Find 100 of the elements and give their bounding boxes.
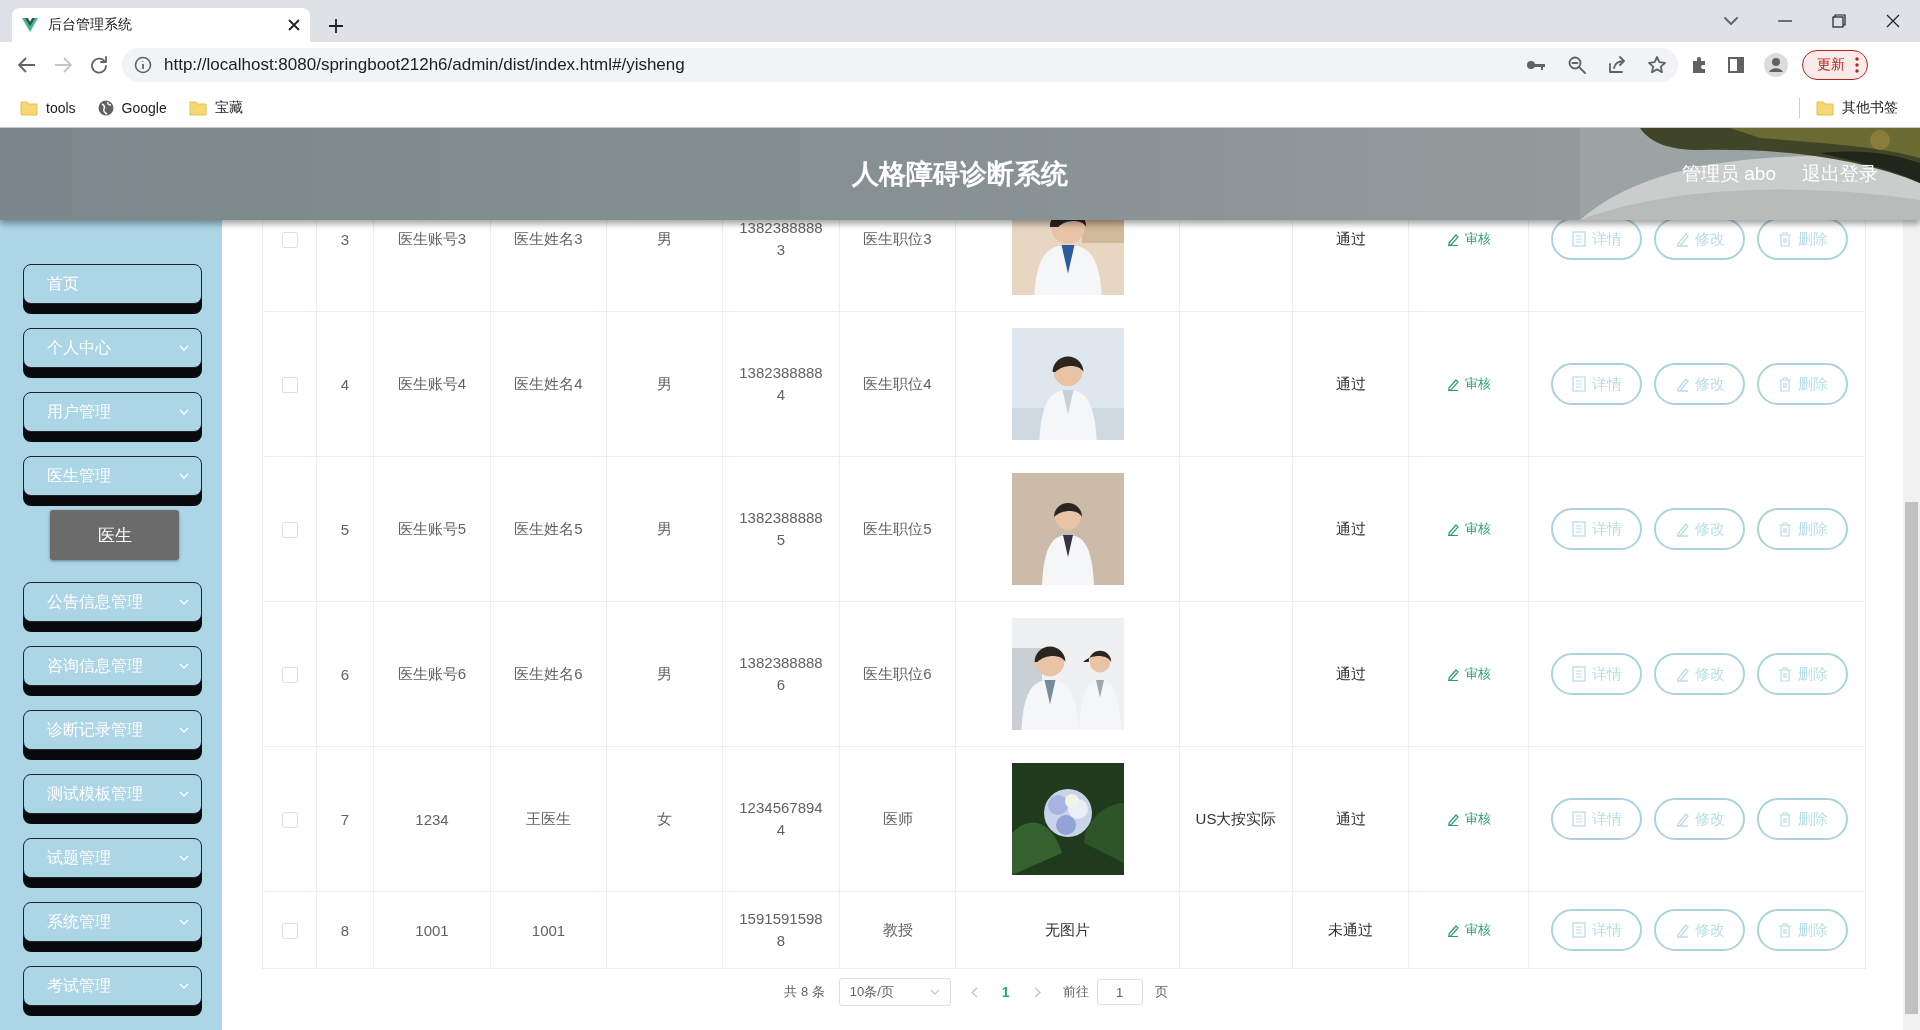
vue-logo-icon xyxy=(22,18,38,32)
action-button[interactable]: 详情 xyxy=(1551,909,1642,951)
table-cell: 7 xyxy=(340,810,350,828)
bookmark[interactable]: 宝藏 xyxy=(188,98,243,117)
document-icon xyxy=(1571,376,1586,392)
trash-icon xyxy=(1777,376,1792,392)
star-icon[interactable] xyxy=(1648,56,1666,74)
bookmark[interactable]: Google xyxy=(97,99,167,116)
pencil-icon xyxy=(1446,923,1459,937)
table-cell: 男 xyxy=(657,374,672,394)
page-input[interactable]: 1 xyxy=(1096,979,1143,1005)
action-button[interactable]: 修改 xyxy=(1654,363,1745,405)
table-cell: 男 xyxy=(657,229,672,249)
audit-button[interactable]: 审核 xyxy=(1440,519,1497,539)
puzzle-icon[interactable] xyxy=(1690,56,1708,74)
tab-title: 后台管理系统 xyxy=(48,16,133,34)
close-icon[interactable] xyxy=(1886,14,1900,28)
action-button[interactable]: 修改 xyxy=(1654,508,1745,550)
back-icon[interactable] xyxy=(18,57,36,73)
table-cell: 医师 xyxy=(882,809,913,829)
pencil-icon xyxy=(1446,377,1459,391)
checkbox[interactable] xyxy=(281,667,298,683)
table-cell: 8 xyxy=(340,921,350,939)
bookmark[interactable]: 其他书签 xyxy=(1816,98,1898,117)
table-cell-text: 13823888885 xyxy=(738,508,824,550)
action-button[interactable]: 详情 xyxy=(1551,363,1642,405)
audit-button[interactable]: 审核 xyxy=(1440,809,1497,829)
address-bar[interactable]: http://localhost:8080/springboot212h6/admin/dist/index.html#/yisheng xyxy=(122,48,1678,82)
chevron-down-icon[interactable] xyxy=(1724,17,1738,25)
table-cell: 医生职位5 xyxy=(863,519,932,539)
profile-icon[interactable] xyxy=(1764,53,1788,77)
table-cell: 医生姓名5 xyxy=(514,519,583,539)
action-button[interactable]: 修改 xyxy=(1654,653,1745,695)
bookmark[interactable]: tools xyxy=(20,99,76,116)
table-cell-text: 15915915988 xyxy=(738,909,824,951)
table-cell-text: 13823888883 xyxy=(738,220,824,260)
chevron-down-icon xyxy=(179,791,189,797)
table-cell: US大按实际 xyxy=(1195,809,1277,829)
table-cell: 医生职位4 xyxy=(863,374,932,394)
chevron-down-icon xyxy=(179,599,189,605)
audit-button[interactable]: 审核 xyxy=(1440,664,1497,684)
chevron-down-icon xyxy=(179,727,189,733)
action-button[interactable]: 详情 xyxy=(1551,653,1642,695)
checkbox[interactable] xyxy=(281,522,298,538)
share-icon[interactable] xyxy=(1608,56,1626,74)
audit-button[interactable]: 审核 xyxy=(1440,229,1497,249)
table-cell: 6 xyxy=(340,665,350,683)
checkbox[interactable] xyxy=(281,377,298,393)
action-button[interactable]: 删除 xyxy=(1757,909,1848,951)
update-button[interactable]: 更新 xyxy=(1802,50,1868,80)
action-button[interactable]: 修改 xyxy=(1654,798,1745,840)
key-icon[interactable] xyxy=(1526,59,1546,71)
table-cell: 医生账号5 xyxy=(397,519,467,539)
page-size-select[interactable]: 10条/页 xyxy=(838,978,951,1006)
table-cell: 医生职位6 xyxy=(863,664,932,684)
sidebar-icon[interactable] xyxy=(1728,57,1744,73)
document-icon xyxy=(1571,231,1586,247)
action-button[interactable]: 删除 xyxy=(1757,220,1848,260)
table-cell-text: 12345678944 xyxy=(738,798,824,840)
pencil-icon xyxy=(1674,231,1689,247)
checkbox[interactable] xyxy=(281,812,298,828)
action-button[interactable]: 修改 xyxy=(1654,220,1745,260)
page-number[interactable]: 1 xyxy=(995,983,1016,1001)
audit-button[interactable]: 审核 xyxy=(1440,374,1497,394)
action-button[interactable]: 详情 xyxy=(1551,798,1642,840)
action-button[interactable]: 删除 xyxy=(1757,508,1848,550)
goto-label: 前往 xyxy=(1062,983,1089,1001)
total-count: 共 8 条 xyxy=(784,983,825,1001)
pencil-icon xyxy=(1674,376,1689,392)
table-cell-text: 13823888886 xyxy=(738,653,824,695)
chevron-down-icon xyxy=(179,855,189,861)
pencil-icon xyxy=(1674,666,1689,682)
audit-button[interactable]: 审核 xyxy=(1440,920,1497,940)
pencil-icon xyxy=(1446,232,1459,246)
trash-icon xyxy=(1777,521,1792,537)
pencil-icon xyxy=(1674,811,1689,827)
reload-icon[interactable] xyxy=(90,56,108,74)
zoom-out-icon[interactable] xyxy=(1568,56,1586,74)
new-tab-icon[interactable] xyxy=(328,18,344,34)
action-button[interactable]: 删除 xyxy=(1757,363,1848,405)
chevron-down-icon xyxy=(179,409,189,415)
table-cell-text: 13823888884 xyxy=(738,363,824,405)
action-button[interactable]: 详情 xyxy=(1551,220,1642,260)
trash-icon xyxy=(1777,231,1792,247)
action-button[interactable]: 修改 xyxy=(1654,909,1745,951)
restore-icon[interactable] xyxy=(1832,14,1846,28)
action-button[interactable]: 删除 xyxy=(1757,653,1848,695)
browser-tab[interactable]: 后台管理系统 xyxy=(12,8,310,42)
table-cell: 通过 xyxy=(1335,229,1366,249)
close-icon[interactable] xyxy=(288,19,300,31)
table-cell: 通过 xyxy=(1335,809,1366,829)
table-cell: 5 xyxy=(340,520,350,538)
submenu-item[interactable]: 医生 xyxy=(50,510,179,560)
scrollbar[interactable] xyxy=(1903,220,1920,1030)
action-button[interactable]: 删除 xyxy=(1757,798,1848,840)
action-button[interactable]: 详情 xyxy=(1551,508,1642,550)
trash-icon xyxy=(1777,666,1792,682)
checkbox[interactable] xyxy=(281,232,298,248)
folder-icon xyxy=(1816,99,1834,116)
checkbox[interactable] xyxy=(281,923,298,939)
